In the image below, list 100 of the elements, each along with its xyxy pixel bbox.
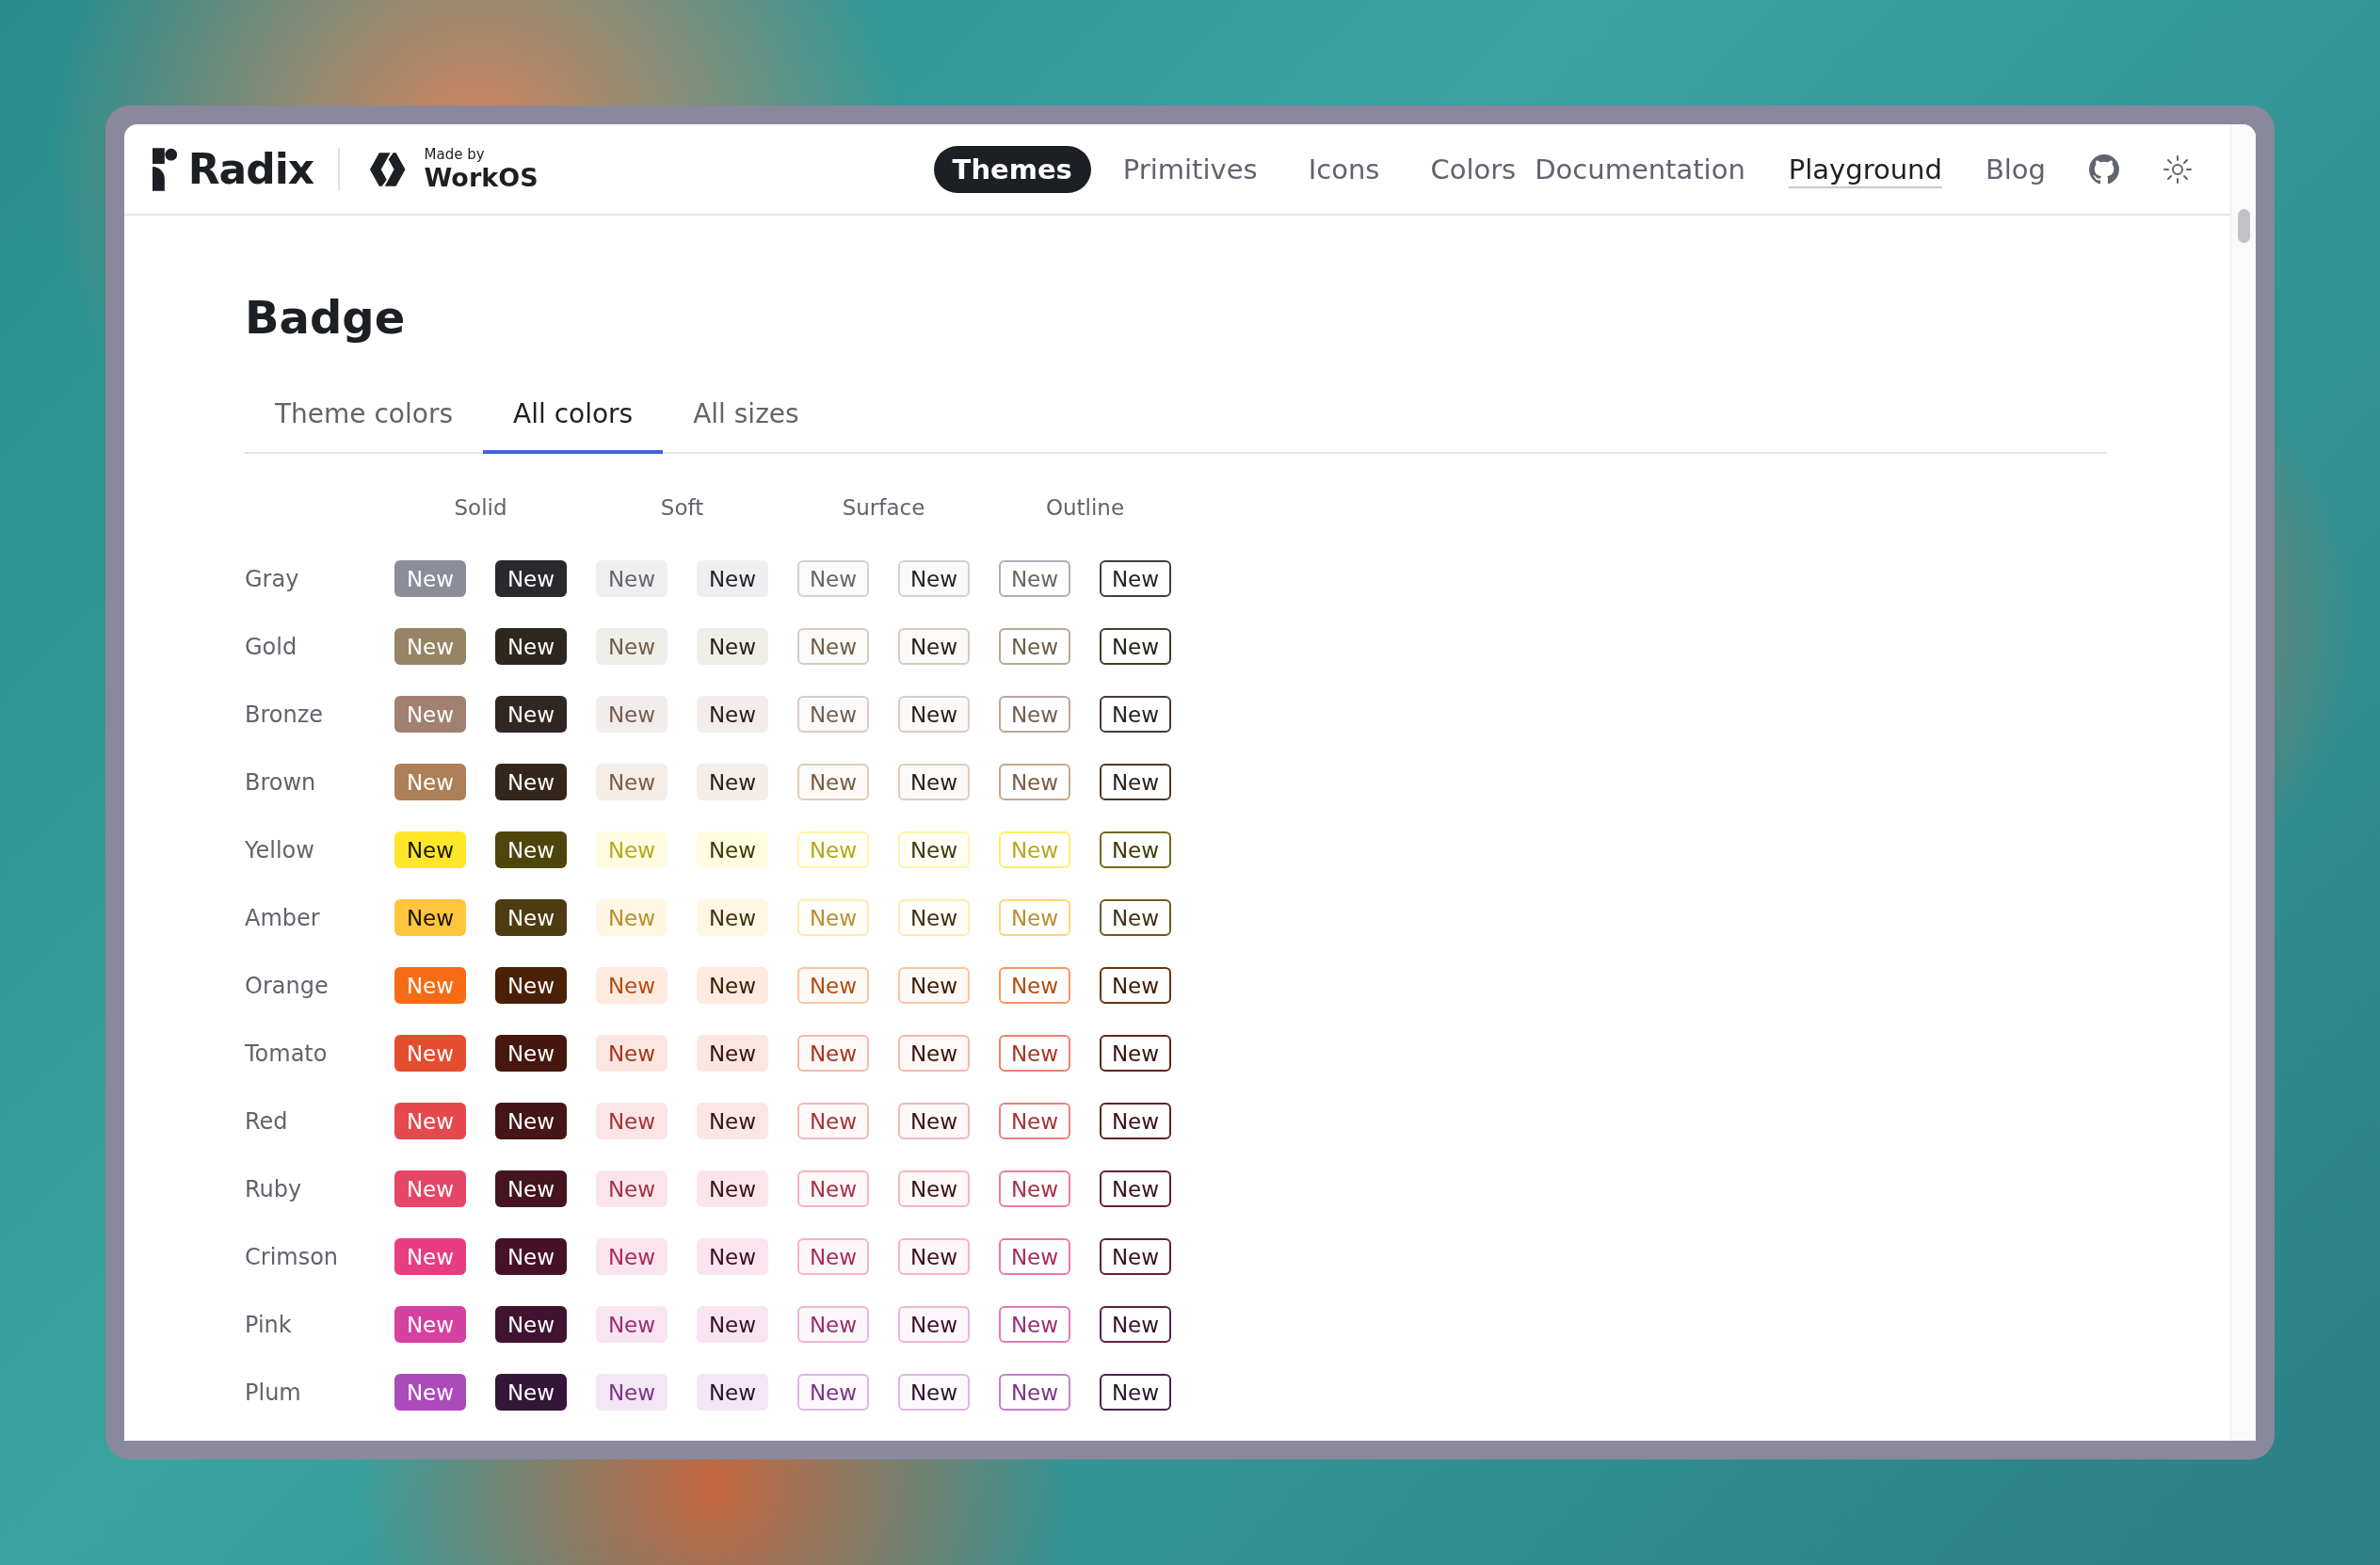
row-label: Red xyxy=(245,1107,289,1135)
badge: New xyxy=(1100,1035,1171,1072)
badge: New xyxy=(697,967,768,1004)
row-label: Bronze xyxy=(245,701,325,728)
badge: New xyxy=(495,1374,567,1411)
badge: New xyxy=(596,764,667,800)
badge: New xyxy=(999,967,1070,1004)
badge: New xyxy=(394,1035,466,1072)
tab[interactable]: All sizes xyxy=(663,398,829,454)
badge: New xyxy=(495,1035,567,1072)
badge: New xyxy=(495,696,567,733)
badge: New xyxy=(596,899,667,936)
badge: New xyxy=(697,764,768,800)
badge: New xyxy=(999,831,1070,868)
badge: New xyxy=(697,899,768,936)
badge: New xyxy=(697,1103,768,1139)
row-label: Crimson xyxy=(245,1243,340,1270)
badge: New xyxy=(999,899,1070,936)
badge: New xyxy=(495,1170,567,1207)
badge: New xyxy=(999,1170,1070,1207)
badge: New xyxy=(394,1238,466,1275)
nav-link[interactable]: Themes xyxy=(933,145,1091,193)
badge: New xyxy=(697,1238,768,1275)
badge: New xyxy=(495,831,567,868)
badge: New xyxy=(898,1035,970,1072)
badge: New xyxy=(898,1238,970,1275)
row-label: Gold xyxy=(245,633,298,660)
nav-link[interactable]: Documentation xyxy=(1535,153,1745,186)
badge: New xyxy=(394,831,466,868)
github-icon[interactable] xyxy=(2089,153,2119,185)
partner-name: WorkOS xyxy=(424,165,539,190)
badge: New xyxy=(394,899,466,936)
badge: New xyxy=(1100,899,1171,936)
scrollbar-thumb[interactable] xyxy=(2237,209,2250,243)
badge: New xyxy=(596,1374,667,1411)
badge: New xyxy=(697,1374,768,1411)
nav-link[interactable]: Icons xyxy=(1289,145,1399,193)
badge: New xyxy=(797,1238,869,1275)
badge: New xyxy=(797,628,869,665)
badge: New xyxy=(1100,696,1171,733)
badge: New xyxy=(495,628,567,665)
badge: New xyxy=(596,1306,667,1343)
badge: New xyxy=(495,1306,567,1343)
column-header: Solid xyxy=(453,495,508,520)
badge: New xyxy=(394,764,466,800)
row-label: Amber xyxy=(245,904,321,931)
badge: New xyxy=(495,560,567,597)
badge: New xyxy=(797,831,869,868)
theme-toggle-sun-icon[interactable] xyxy=(2163,153,2193,185)
badge: New xyxy=(898,1374,970,1411)
badge: New xyxy=(596,831,667,868)
badge: New xyxy=(394,967,466,1004)
badge: New xyxy=(1100,831,1171,868)
row-label: Yellow xyxy=(245,836,315,863)
badge: New xyxy=(1100,1170,1171,1207)
column-header: Outline xyxy=(1044,495,1126,520)
badge: New xyxy=(898,696,970,733)
badge: New xyxy=(394,1374,466,1411)
badge: New xyxy=(1100,1103,1171,1139)
scrollbar[interactable] xyxy=(2230,124,2256,1441)
row-label: Orange xyxy=(245,972,330,999)
badge: New xyxy=(1100,1238,1171,1275)
column-header: Surface xyxy=(841,495,926,520)
badge: New xyxy=(596,1103,667,1139)
badge: New xyxy=(394,1170,466,1207)
badge: New xyxy=(797,967,869,1004)
badge: New xyxy=(697,696,768,733)
badge: New xyxy=(999,628,1070,665)
badge: New xyxy=(999,1238,1070,1275)
badge: New xyxy=(1100,967,1171,1004)
badge: New xyxy=(596,1238,667,1275)
row-label: Tomato xyxy=(245,1040,329,1067)
badge: New xyxy=(394,1306,466,1343)
nav-link[interactable]: Primitives xyxy=(1103,145,1277,193)
row-label: Ruby xyxy=(245,1175,303,1202)
row-label: Plum xyxy=(245,1379,302,1406)
badge: New xyxy=(697,831,768,868)
badge: New xyxy=(495,1238,567,1275)
nav-link[interactable]: Playground xyxy=(1788,153,1942,186)
tab[interactable]: Theme colors xyxy=(245,398,483,454)
badge: New xyxy=(596,696,667,733)
badge: New xyxy=(596,1170,667,1207)
badge: New xyxy=(596,628,667,665)
badge: New xyxy=(697,1170,768,1207)
badge: New xyxy=(797,560,869,597)
row-label: Brown xyxy=(245,768,317,796)
badge: New xyxy=(797,899,869,936)
column-header: Soft xyxy=(659,495,705,520)
badge: New xyxy=(898,1170,970,1207)
badge: New xyxy=(495,899,567,936)
badge: New xyxy=(797,696,869,733)
tab[interactable]: All colors xyxy=(483,398,664,454)
made-by-text: Made by xyxy=(424,148,486,162)
badge: New xyxy=(1100,560,1171,597)
badge: New xyxy=(999,560,1070,597)
row-label: Gray xyxy=(245,565,300,592)
page-title: Badge xyxy=(245,291,407,344)
badge: New xyxy=(697,628,768,665)
nav-link[interactable]: Blog xyxy=(1985,153,2046,186)
nav-link[interactable]: Colors xyxy=(1411,145,1536,193)
